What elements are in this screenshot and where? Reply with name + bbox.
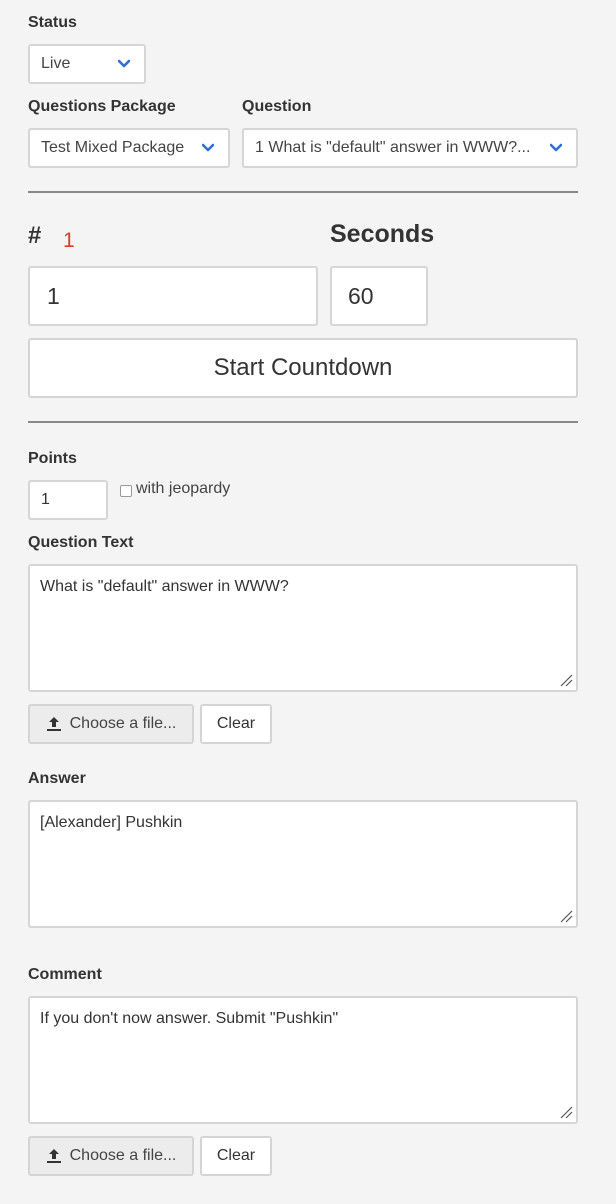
chevron-down-icon — [118, 59, 130, 68]
number-indicator: 1 — [63, 229, 75, 252]
jeopardy-checkbox[interactable] — [120, 485, 132, 497]
upload-icon — [46, 1149, 61, 1163]
answer-label: Answer — [28, 770, 86, 787]
resize-grip-icon[interactable] — [559, 673, 573, 687]
question-select[interactable]: 1 What is "default" answer in WWW?... — [242, 128, 578, 168]
divider — [28, 191, 578, 193]
status-label: Status — [28, 14, 77, 31]
divider — [28, 421, 578, 423]
choose-file-label: Choose a file... — [69, 1147, 177, 1164]
number-label: # — [28, 222, 42, 249]
status-select[interactable]: Live — [28, 44, 146, 84]
upload-icon — [46, 717, 61, 731]
question-label: Question — [242, 98, 312, 115]
question-value: 1 What is "default" answer in WWW?... — [255, 139, 531, 156]
answer-value: [Alexander] Pushkin — [40, 814, 183, 831]
chevron-down-icon — [550, 143, 562, 152]
package-select[interactable]: Test Mixed Package — [28, 128, 230, 168]
points-input[interactable]: 1 — [28, 480, 108, 520]
start-countdown-button[interactable]: Start Countdown — [28, 338, 578, 398]
number-input[interactable]: 1 — [28, 266, 318, 326]
resize-grip-icon[interactable] — [559, 909, 573, 923]
choose-file-label: Choose a file... — [69, 715, 177, 732]
comment-label: Comment — [28, 966, 102, 983]
answer-textarea[interactable]: [Alexander] Pushkin — [28, 800, 578, 928]
question-text-label: Question Text — [28, 534, 134, 551]
resize-grip-icon[interactable] — [559, 1105, 573, 1119]
question-text-value: What is "default" answer in WWW? — [40, 578, 289, 595]
points-input-value: 1 — [41, 491, 50, 508]
seconds-input[interactable]: 60 — [330, 266, 428, 326]
seconds-input-value: 60 — [348, 282, 374, 309]
question-text-textarea[interactable]: What is "default" answer in WWW? — [28, 564, 578, 692]
choose-file-button[interactable]: Choose a file... — [28, 1136, 194, 1176]
status-value: Live — [41, 55, 71, 72]
comment-value: If you don't now answer. Submit "Pushkin… — [40, 1010, 339, 1027]
number-input-value: 1 — [47, 282, 60, 309]
comment-textarea[interactable]: If you don't now answer. Submit "Pushkin… — [28, 996, 578, 1124]
clear-file-button[interactable]: Clear — [200, 1136, 272, 1176]
choose-file-button[interactable]: Choose a file... — [28, 704, 194, 744]
chevron-down-icon — [202, 143, 214, 152]
seconds-label: Seconds — [330, 220, 435, 248]
package-label: Questions Package — [28, 98, 176, 115]
package-value: Test Mixed Package — [41, 139, 185, 156]
jeopardy-label: with jeopardy — [136, 480, 231, 497]
clear-file-button[interactable]: Clear — [200, 704, 272, 744]
points-label: Points — [28, 450, 77, 467]
